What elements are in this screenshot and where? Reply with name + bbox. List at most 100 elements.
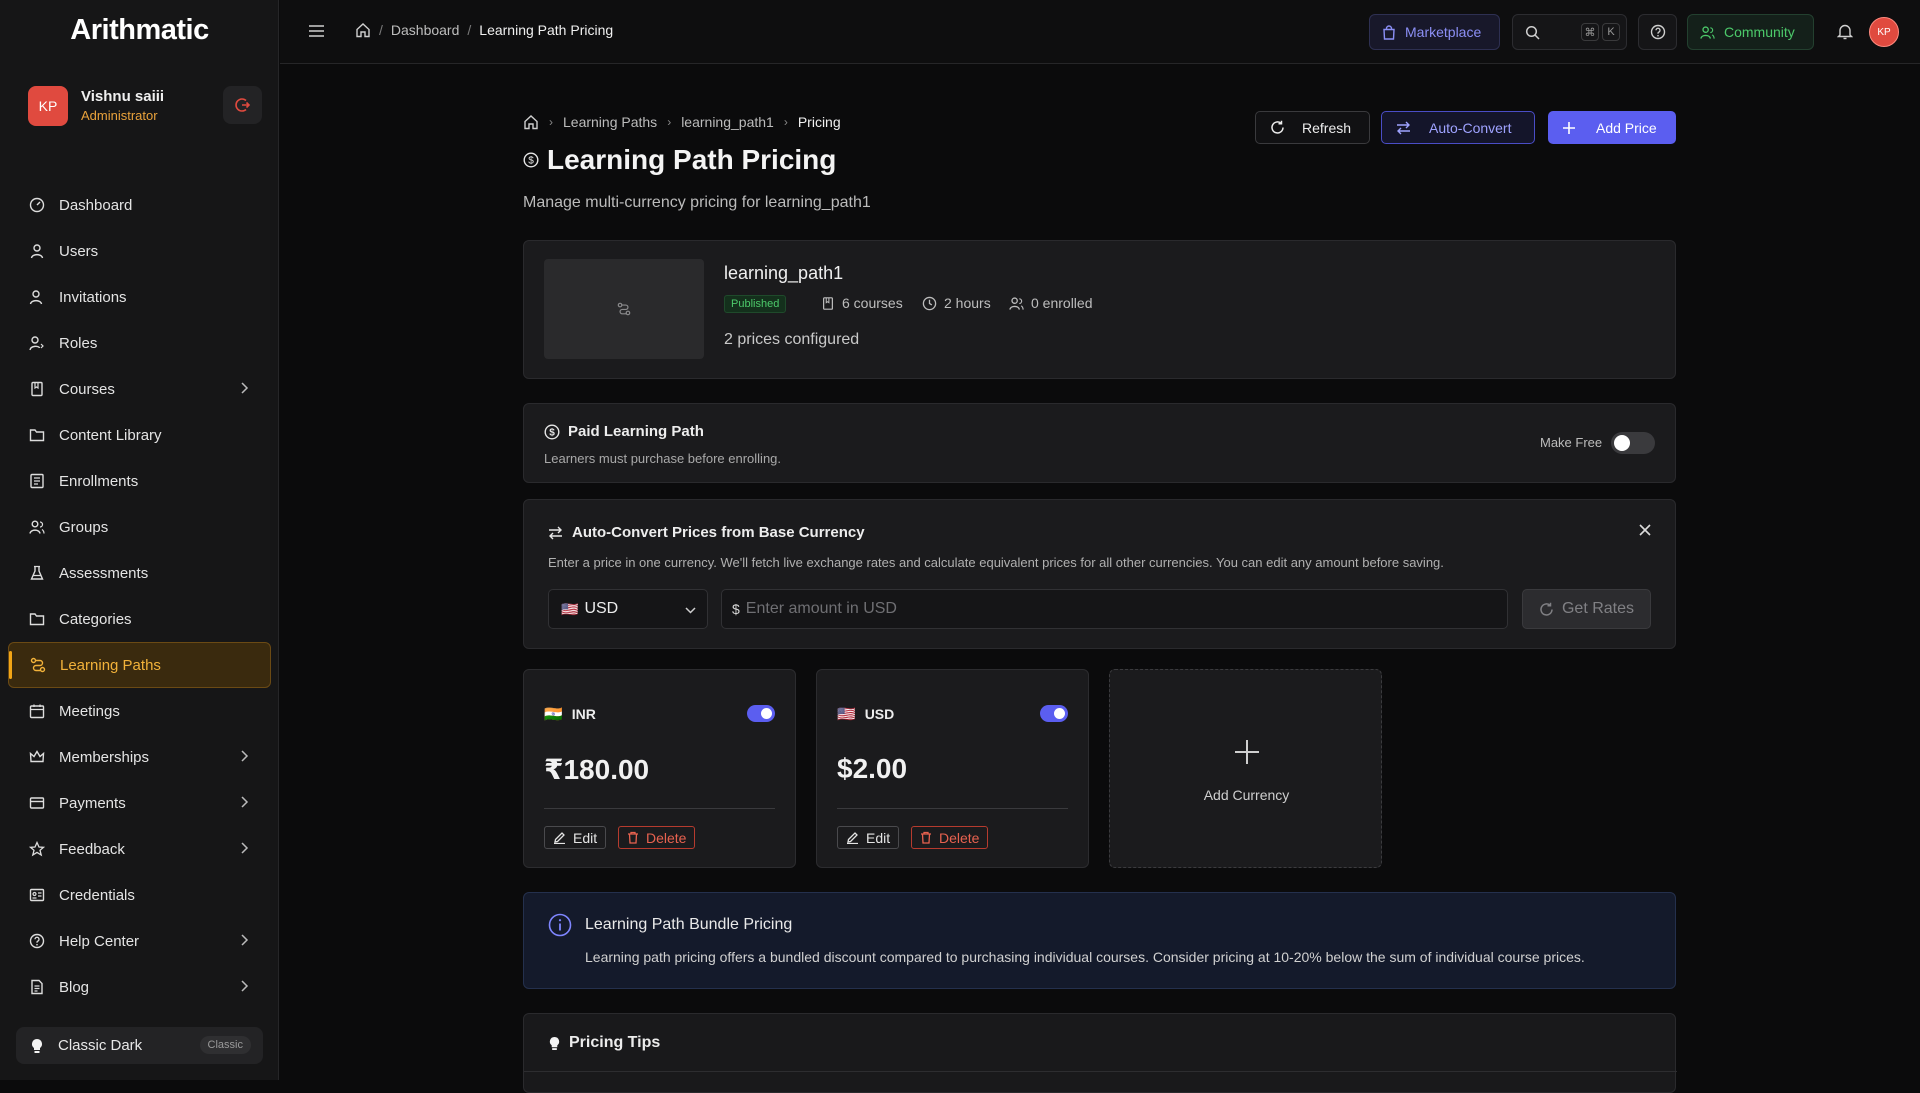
- sidebar-item-categories[interactable]: Categories: [8, 596, 271, 642]
- sidebar-item-invitations[interactable]: Invitations: [8, 274, 271, 320]
- amount-input[interactable]: [745, 600, 1446, 618]
- sidebar-item-blog[interactable]: Blog: [8, 964, 271, 1010]
- menu-toggle-button[interactable]: [308, 23, 325, 39]
- sidebar-item-dashboard[interactable]: Dashboard: [8, 182, 271, 228]
- theme-switcher[interactable]: Classic Dark Classic: [16, 1027, 263, 1064]
- paid-title-text: Paid Learning Path: [568, 423, 704, 440]
- sidebar-item-learning-paths[interactable]: Learning Paths: [8, 642, 271, 688]
- learning-path-thumbnail: [544, 259, 704, 359]
- lightbulb-icon: [32, 1038, 42, 1053]
- currency-code: USD: [864, 706, 895, 722]
- home-icon[interactable]: [355, 22, 371, 38]
- logout-icon: [234, 98, 250, 112]
- edit-button[interactable]: Edit: [837, 826, 900, 849]
- marketplace-label: Marketplace: [1405, 24, 1482, 40]
- community-button[interactable]: Community: [1687, 14, 1814, 50]
- sidebar-item-meetings[interactable]: Meetings: [8, 688, 271, 734]
- delete-button[interactable]: Delete: [618, 826, 696, 849]
- logout-button[interactable]: [223, 86, 262, 124]
- refresh-button[interactable]: Refresh: [1255, 111, 1370, 144]
- dollar-circle-icon: $: [523, 152, 539, 168]
- dashboard-icon: [28, 196, 46, 214]
- delete-label: Delete: [939, 829, 980, 846]
- page-title: $ Learning Path Pricing: [523, 144, 836, 176]
- add-price-button[interactable]: Add Price: [1548, 111, 1676, 144]
- breadcrumb-dashboard[interactable]: Dashboard: [391, 22, 460, 38]
- users-icon: [1009, 296, 1024, 310]
- sidebar-item-enrollments[interactable]: Enrollments: [8, 458, 271, 504]
- search-button[interactable]: ⌘ K: [1512, 14, 1627, 50]
- refresh-icon: [1540, 602, 1553, 616]
- crumb-learning-path[interactable]: learning_path1: [681, 114, 774, 130]
- user-profile: KP Vishnu saiii Administrator: [28, 86, 262, 126]
- price-enabled-toggle[interactable]: [1040, 705, 1068, 722]
- currency-symbol: $: [732, 601, 740, 617]
- close-icon: [1639, 524, 1651, 536]
- sidebar-item-payments[interactable]: Payments: [8, 780, 271, 826]
- sidebar-item-help-center[interactable]: Help Center: [8, 918, 271, 964]
- enrolled-text: 0 enrolled: [1031, 295, 1093, 311]
- svg-text:$: $: [528, 156, 534, 167]
- breadcrumb: / Dashboard / Learning Path Pricing: [355, 22, 613, 38]
- sidebar-item-content-library[interactable]: Content Library: [8, 412, 271, 458]
- learning-path-name: learning_path1: [724, 263, 844, 283]
- delete-button[interactable]: Delete: [911, 826, 989, 849]
- edit-button[interactable]: Edit: [544, 826, 607, 849]
- sidebar-item-credentials[interactable]: Credentials: [8, 872, 271, 918]
- bell-icon: [1837, 24, 1853, 40]
- user-icon: [28, 242, 46, 260]
- avatar[interactable]: KP: [28, 86, 68, 126]
- sidebar-item-label: Content Library: [59, 426, 162, 444]
- auto-convert-description: Enter a price in one currency. We'll fet…: [548, 555, 1444, 570]
- info-icon: [548, 913, 572, 937]
- add-currency-card[interactable]: Add Currency: [1109, 669, 1382, 868]
- divider: [837, 808, 1068, 809]
- trash-icon: [921, 831, 931, 844]
- currency-select[interactable]: 🇺🇸 USD: [548, 589, 708, 629]
- sidebar-item-label: Memberships: [59, 748, 150, 766]
- sidebar-item-users[interactable]: Users: [8, 228, 271, 274]
- sidebar-item-label: Groups: [59, 518, 109, 536]
- search-icon: [1525, 25, 1540, 40]
- learning-path-summary: learning_path1 Published 6 courses 2 hou…: [523, 240, 1676, 379]
- crumb-learning-paths[interactable]: Learning Paths: [563, 114, 657, 130]
- lightbulb-icon: [549, 1036, 560, 1050]
- sidebar-item-label: Enrollments: [59, 472, 139, 490]
- sidebar-item-label: Dashboard: [59, 196, 133, 214]
- app-logo[interactable]: Arithmatic: [0, 14, 279, 47]
- sidebar-item-groups[interactable]: Groups: [8, 504, 271, 550]
- sidebar-item-roles[interactable]: Roles: [8, 320, 271, 366]
- price-amount: $2.00: [837, 753, 908, 784]
- sidebar-item-assessments[interactable]: Assessments: [8, 550, 271, 596]
- add-price-label: Add Price: [1596, 119, 1657, 136]
- notifications-button[interactable]: [1837, 23, 1853, 40]
- us-flag-icon: 🇺🇸: [837, 706, 856, 723]
- price-card-usd: 🇺🇸 USD $2.00 Edit Delete: [816, 669, 1089, 868]
- marketplace-button[interactable]: Marketplace: [1369, 14, 1500, 50]
- home-icon[interactable]: [523, 114, 539, 130]
- page-heading: Learning Path Pricing: [547, 144, 837, 175]
- document-icon: [28, 978, 46, 996]
- close-button[interactable]: [1639, 524, 1651, 536]
- get-rates-button[interactable]: Get Rates: [1522, 589, 1651, 629]
- bundle-pricing-info: Learning Path Bundle Pricing Learning pa…: [523, 892, 1676, 989]
- sidebar-item-label: Courses: [59, 380, 115, 398]
- get-rates-label: Get Rates: [1561, 600, 1635, 617]
- auto-convert-button[interactable]: Auto-Convert: [1381, 111, 1535, 144]
- chevron-right-icon: [241, 934, 249, 946]
- user-avatar[interactable]: KP: [1869, 17, 1899, 47]
- topbar: / Dashboard / Learning Path Pricing Mark…: [280, 0, 1920, 64]
- help-button[interactable]: [1638, 14, 1677, 50]
- sidebar-item-memberships[interactable]: Memberships: [8, 734, 271, 780]
- india-flag-icon: 🇮🇳: [544, 706, 563, 723]
- sidebar-item-feedback[interactable]: Feedback: [8, 826, 271, 872]
- trash-icon: [628, 831, 638, 844]
- amount-field[interactable]: $: [721, 589, 1508, 629]
- edit-label: Edit: [573, 829, 598, 846]
- book-icon: [28, 380, 46, 398]
- sidebar-item-courses[interactable]: Courses: [8, 366, 271, 412]
- chevron-right-icon: [241, 750, 249, 762]
- user-plus-icon: [28, 288, 46, 306]
- make-free-toggle[interactable]: [1611, 432, 1655, 454]
- price-enabled-toggle[interactable]: [747, 705, 775, 722]
